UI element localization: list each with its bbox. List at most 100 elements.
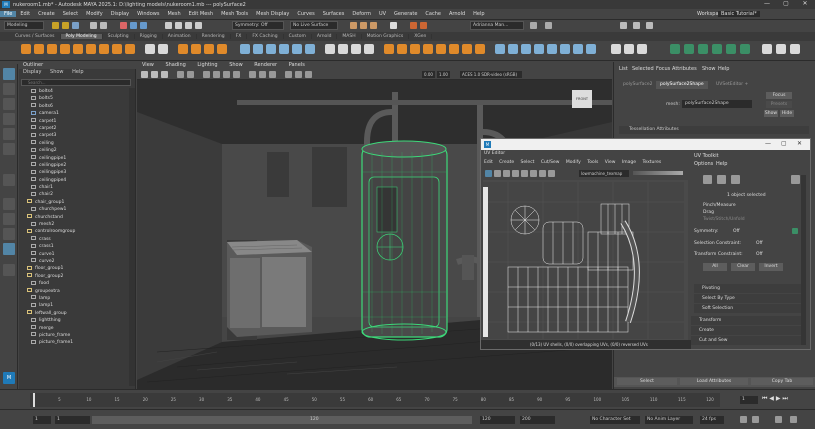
ae-menu-list[interactable]: List — [619, 66, 628, 72]
open-scene-icon[interactable] — [62, 22, 69, 29]
uv-editor-icon[interactable] — [547, 44, 557, 54]
append-polygon-icon[interactable] — [279, 44, 289, 54]
uv-checker-icon[interactable] — [503, 170, 510, 177]
tab-rigging[interactable]: Rigging — [135, 34, 163, 39]
ae-menu-selected[interactable]: Selected — [632, 66, 654, 72]
poly-plane-icon[interactable] — [86, 44, 96, 54]
menu-windows[interactable]: Windows — [133, 11, 163, 17]
camera-attributes-icon[interactable] — [151, 71, 158, 78]
menu-surfaces[interactable]: Surfaces — [319, 11, 349, 17]
scale-tool-icon[interactable] — [3, 143, 15, 155]
tool-settings-icon[interactable] — [633, 22, 640, 29]
current-frame-field[interactable]: 1 — [740, 396, 758, 404]
uv-close-button[interactable]: ✕ — [797, 140, 802, 147]
menu-uv[interactable]: UV — [375, 11, 390, 17]
bookmark-icon[interactable] — [161, 71, 168, 78]
outliner-item[interactable]: carpet3 — [19, 132, 129, 139]
uv-menu-select[interactable]: Select — [521, 160, 535, 165]
boolean-icon[interactable] — [191, 44, 201, 54]
uv-menu-create[interactable]: Create — [499, 160, 514, 165]
exposure-field[interactable]: 0.00 — [422, 71, 435, 78]
outliner-item[interactable]: churchpew1 — [19, 206, 129, 213]
mirror-icon[interactable] — [384, 44, 394, 54]
menu-generate[interactable]: Generate — [390, 11, 421, 17]
minimize-button[interactable]: — — [760, 0, 774, 7]
collapse-icon[interactable] — [410, 44, 420, 54]
poly-cone-icon[interactable] — [60, 44, 70, 54]
outliner-item[interactable]: ceilingpipe1 — [19, 155, 129, 162]
anim-prefs-icon[interactable] — [790, 416, 797, 423]
planar-uv-icon[interactable] — [495, 44, 505, 54]
outliner-item[interactable]: floor_group1 — [19, 265, 129, 272]
maximize-button[interactable]: ▢ — [779, 0, 793, 7]
uv-map-select[interactable]: lowmachine_texmap — [579, 170, 629, 177]
menu-mesh[interactable]: Mesh — [163, 11, 184, 17]
uv-menu-textures[interactable]: Textures — [642, 160, 661, 165]
merge-icon[interactable] — [397, 44, 407, 54]
poly-cylinder-icon[interactable] — [47, 44, 57, 54]
menu-select[interactable]: Select — [59, 11, 82, 17]
maya-home-icon[interactable]: M — [3, 372, 15, 384]
tab-rendering[interactable]: Rendering — [197, 34, 231, 39]
outliner-menu-help[interactable]: Help — [72, 69, 83, 75]
ae-menu-show[interactable]: Show — [702, 66, 716, 72]
outliner-menu-display[interactable]: Display — [23, 69, 41, 75]
copy-tab-button[interactable]: Copy Tab — [751, 378, 813, 385]
tab-arnold[interactable]: Arnold — [312, 34, 338, 39]
gamma-field[interactable]: 1.00 — [437, 71, 450, 78]
uv-distortion-icon[interactable] — [521, 170, 528, 177]
ae-menu-focus[interactable]: Focus — [656, 66, 670, 72]
tab-sculpting[interactable]: Sculpting — [103, 34, 135, 39]
twist-option[interactable]: Twist/Stitch/Unfold — [703, 217, 745, 222]
vp-menu-show[interactable]: Show — [229, 62, 243, 68]
align-objects-icon[interactable] — [684, 44, 694, 54]
uv-brightness-slider[interactable] — [633, 171, 683, 175]
vp-menu-lighting[interactable]: Lighting — [197, 62, 217, 68]
uv-menu-modify[interactable]: Modify — [566, 160, 581, 165]
menu-mesh-tools[interactable]: Mesh Tools — [217, 11, 252, 17]
uv-menu-view[interactable]: View — [605, 160, 616, 165]
ae-menu-help[interactable]: Help — [718, 66, 729, 72]
vp-menu-panels[interactable]: Panels — [289, 62, 305, 68]
target-weld-icon[interactable] — [338, 44, 348, 54]
tab-curves-surfaces[interactable]: Curves / Surfaces — [10, 34, 61, 39]
uv-toolkit-scrollbar[interactable] — [801, 175, 806, 345]
outliner-item[interactable]: lamp — [19, 295, 129, 302]
arnold-ipr-icon[interactable] — [420, 22, 427, 29]
texture-editor-icon[interactable] — [560, 44, 570, 54]
wireframe-icon[interactable] — [203, 71, 210, 78]
freeze-icon[interactable] — [776, 44, 786, 54]
connect-icon[interactable] — [351, 44, 361, 54]
average-vertices-icon[interactable] — [462, 44, 472, 54]
tessellation-section[interactable]: Tessellation Attributes — [619, 126, 809, 134]
character-set-select[interactable]: No Character Set — [590, 416, 640, 424]
outliner-item[interactable]: ceiling — [19, 140, 129, 147]
tab-animation[interactable]: Animation — [163, 34, 197, 39]
key-icon[interactable] — [775, 416, 782, 423]
vp-menu-renderer[interactable]: Renderer — [254, 62, 277, 68]
transform-constraint-value[interactable]: Off — [756, 252, 763, 257]
outliner-item[interactable]: camera1 — [19, 110, 129, 117]
svg-tool-icon[interactable] — [217, 44, 227, 54]
outliner-item[interactable]: ceilingpipe2 — [19, 162, 129, 169]
tab-fx-caching[interactable]: FX Caching — [247, 34, 284, 39]
uv-canvas[interactable] — [483, 182, 684, 339]
menu-deform[interactable]: Deform — [348, 11, 375, 17]
outliner-item[interactable]: picture_frame1 — [19, 339, 129, 346]
persp-outliner-icon[interactable] — [3, 228, 15, 240]
uv-grid-icon[interactable] — [494, 170, 501, 177]
smooth-icon[interactable] — [178, 44, 188, 54]
outliner-item[interactable]: mesh2 — [19, 221, 129, 228]
super-shape-icon[interactable] — [125, 44, 135, 54]
rotate-tool-icon[interactable] — [3, 128, 15, 140]
select-component-icon[interactable] — [140, 22, 147, 29]
range-bar[interactable] — [92, 416, 472, 424]
render-settings-icon[interactable] — [370, 22, 377, 29]
snap-view-icon[interactable] — [195, 22, 202, 29]
soft-mod-icon[interactable] — [3, 174, 15, 186]
outliner-scrollbar[interactable] — [129, 88, 135, 386]
bevel-icon[interactable] — [266, 44, 276, 54]
symmetry-select[interactable]: Symmetry: Off — [232, 21, 284, 30]
uv-minimize-button[interactable]: — — [765, 140, 771, 147]
extrude-icon[interactable] — [240, 44, 250, 54]
